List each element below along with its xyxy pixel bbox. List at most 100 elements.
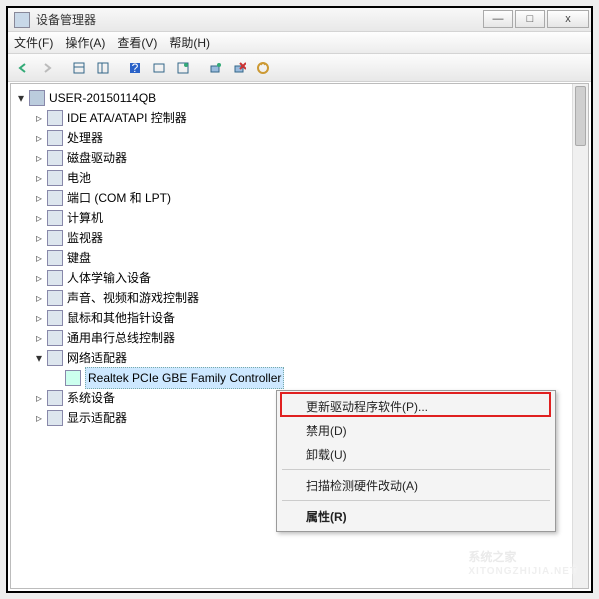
view-tree-button[interactable] [92,57,114,79]
context-menu-separator [282,500,550,501]
svg-text:?: ? [132,61,139,75]
chevron-right-icon[interactable]: ▹ [33,268,45,288]
tree-category-10[interactable]: ▹ 鼠标和其他指针设备 [15,308,588,328]
app-icon [14,12,30,28]
device-icon [47,110,63,126]
back-button[interactable] [12,57,34,79]
uninstall-button[interactable] [228,57,250,79]
titlebar: 设备管理器 — □ x [8,8,591,32]
view-list-button[interactable] [68,57,90,79]
chevron-right-icon[interactable]: ▹ [33,328,45,348]
tree-category-7[interactable]: ▹ 键盘 [15,248,588,268]
device-icon [47,130,63,146]
device-icon [47,210,63,226]
device-icon [47,150,63,166]
tree-item-label: Realtek PCIe GBE Family Controller [85,367,284,389]
device-icon [47,310,63,326]
tree-category-1[interactable]: ▹ 处理器 [15,128,588,148]
tree-item-label: IDE ATA/ATAPI 控制器 [67,108,187,128]
tree-item-label: 网络适配器 [67,348,127,368]
context-menu-disable[interactable]: 禁用(D) [280,418,552,442]
tree-item-label: 磁盘驱动器 [67,148,127,168]
device-icon [47,350,63,366]
tree-item-label: USER-20150114QB [49,88,156,108]
minimize-button[interactable]: — [483,10,513,28]
device-manager-window: 设备管理器 — □ x 文件(F) 操作(A) 查看(V) 帮助(H) ? [8,8,591,591]
chevron-right-icon[interactable]: ▹ [33,128,45,148]
device-icon [47,330,63,346]
tree-item-label: 键盘 [67,248,91,268]
tree-item-label: 计算机 [67,208,103,228]
device-icon [47,270,63,286]
chevron-down-icon[interactable]: ▾ [33,348,45,368]
window-title: 设备管理器 [36,11,483,28]
tree-item-label: 监视器 [67,228,103,248]
refresh-button[interactable] [172,57,194,79]
context-menu-properties-label: 属性(R) [306,508,347,525]
tree-item-label: 人体学输入设备 [67,268,151,288]
chevron-right-icon[interactable]: ▹ [33,228,45,248]
tree-item-label: 端口 (COM 和 LPT) [67,188,171,208]
tree-category-4[interactable]: ▹ 端口 (COM 和 LPT) [15,188,588,208]
context-menu-properties[interactable]: 属性(R) [280,504,552,528]
tree-category-11[interactable]: ▹ 通用串行总线控制器 [15,328,588,348]
maximize-button[interactable]: □ [515,10,545,28]
context-menu-scan[interactable]: 扫描检测硬件改动(A) [280,473,552,497]
close-button[interactable]: x [547,10,589,28]
chevron-right-icon[interactable]: ▹ [33,248,45,268]
device-icon [47,290,63,306]
tree-item-label: 处理器 [67,128,103,148]
tree-item-label: 显示适配器 [67,408,127,428]
chevron-right-icon[interactable]: ▹ [33,308,45,328]
scan-hardware-button[interactable] [204,57,226,79]
chevron-right-icon[interactable]: ▹ [33,168,45,188]
chevron-right-icon[interactable]: ▹ [33,408,45,428]
device-icon [47,170,63,186]
chevron-down-icon[interactable]: ▾ [15,88,27,108]
menu-view[interactable]: 查看(V) [117,34,157,51]
window-buttons: — □ x [483,8,591,31]
tree-root[interactable]: ▾ USER-20150114QB [15,88,588,108]
device-icon [47,190,63,206]
toolbar: ? [8,54,591,82]
device-icon [65,370,81,386]
menu-help[interactable]: 帮助(H) [169,34,210,51]
vertical-scrollbar[interactable] [572,84,588,588]
chevron-right-icon[interactable]: ▹ [33,188,45,208]
device-icon [47,390,63,406]
context-menu-separator [282,469,550,470]
tree-category-12[interactable]: ▾ 网络适配器 [15,348,588,368]
device-icon [47,230,63,246]
menu-file[interactable]: 文件(F) [14,34,53,51]
tree-item-label: 系统设备 [67,388,115,408]
chevron-right-icon[interactable]: ▹ [33,108,45,128]
help-button[interactable]: ? [124,57,146,79]
chevron-right-icon[interactable]: ▹ [33,288,45,308]
tree-category-0[interactable]: ▹ IDE ATA/ATAPI 控制器 [15,108,588,128]
tree-category-9[interactable]: ▹ 声音、视频和游戏控制器 [15,288,588,308]
tree-category-3[interactable]: ▹ 电池 [15,168,588,188]
forward-button[interactable] [36,57,58,79]
menubar: 文件(F) 操作(A) 查看(V) 帮助(H) [8,32,591,54]
device-icon [47,250,63,266]
tree-item-label: 通用串行总线控制器 [67,328,175,348]
tree-category-6[interactable]: ▹ 监视器 [15,228,588,248]
tree-item-label: 电池 [67,168,91,188]
tree-category-2[interactable]: ▹ 磁盘驱动器 [15,148,588,168]
tree-category-5[interactable]: ▹ 计算机 [15,208,588,228]
context-menu-uninstall[interactable]: 卸载(U) [280,442,552,466]
tree-device-selected[interactable]: Realtek PCIe GBE Family Controller [15,368,588,388]
tree-category-8[interactable]: ▹ 人体学输入设备 [15,268,588,288]
update-driver-button[interactable] [252,57,274,79]
device-icon [47,410,63,426]
chevron-right-icon[interactable]: ▹ [33,208,45,228]
properties-button[interactable] [148,57,170,79]
chevron-right-icon[interactable]: ▹ [33,388,45,408]
device-icon [29,90,45,106]
context-menu: 更新驱动程序软件(P)... 禁用(D) 卸载(U) 扫描检测硬件改动(A) 属… [276,390,556,532]
menu-action[interactable]: 操作(A) [65,34,105,51]
tree-item-label: 鼠标和其他指针设备 [67,308,175,328]
tree-item-label: 声音、视频和游戏控制器 [67,288,199,308]
chevron-right-icon[interactable]: ▹ [33,148,45,168]
context-menu-update-driver[interactable]: 更新驱动程序软件(P)... [280,394,552,418]
